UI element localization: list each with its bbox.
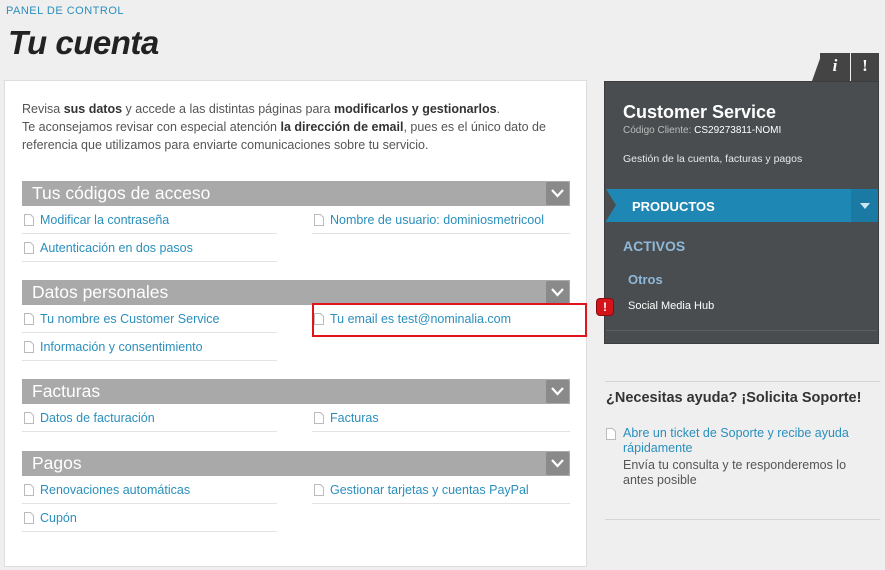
link-label[interactable]: Tu nombre es Customer Service [40, 312, 219, 326]
link-label[interactable]: Renovaciones automáticas [40, 483, 190, 497]
link-auto-renewals[interactable]: Renovaciones automáticas [22, 476, 277, 504]
customer-code: Código Cliente: CS29273811-NOMI [623, 125, 781, 136]
divider [605, 519, 880, 520]
section-header[interactable]: Facturas [22, 379, 570, 404]
collapse-toggle[interactable] [546, 281, 569, 304]
link-label[interactable]: Información y consentimiento [40, 340, 203, 354]
link-info-consent[interactable]: Información y consentimiento [22, 333, 277, 361]
link-label[interactable]: Cupón [40, 511, 77, 525]
customer-code-value: CS29273811-NOMI [694, 125, 782, 136]
divider [606, 330, 877, 331]
products-menu[interactable]: PRODUCTOS [606, 189, 878, 222]
section-title: Pagos [32, 453, 82, 473]
intro-text-bold: sus datos [63, 102, 123, 116]
intro-text-part: Te aconsejamos revisar con especial aten… [22, 120, 281, 134]
link-coupon[interactable]: Cupón [22, 504, 277, 532]
document-icon [24, 313, 34, 325]
customer-panel: Customer Service Código Cliente: CS29273… [604, 81, 879, 344]
breadcrumb[interactable]: PANEL DE CONTROL [6, 5, 124, 17]
link-change-password[interactable]: Modificar la contraseña [22, 206, 277, 234]
document-icon [606, 428, 616, 440]
link-label[interactable]: Autenticación en dos pasos [40, 241, 193, 255]
others-label[interactable]: Otros [628, 272, 663, 287]
intro-text-bold: modificarlos y gestionarlos [333, 102, 497, 116]
section-header[interactable]: Pagos [22, 451, 570, 476]
info-icon: i [832, 56, 838, 75]
collapse-toggle[interactable] [546, 182, 569, 205]
document-icon [24, 341, 34, 353]
active-label: ACTIVOS [623, 238, 686, 254]
customer-name: Customer Service [623, 102, 777, 122]
document-icon [24, 512, 34, 524]
info-tab-button[interactable]: i [820, 53, 850, 81]
help-text: Envía tu consulta y te responderemos lo … [623, 458, 847, 487]
section-title: Facturas [32, 381, 101, 401]
help-title: ¿Necesitas ayuda? ¡Solicita Soporte! [606, 390, 862, 406]
collapse-toggle[interactable] [546, 452, 569, 475]
section-header[interactable]: Tus códigos de acceso [22, 181, 570, 206]
document-icon [314, 484, 324, 496]
section-access-codes: Tus códigos de acceso Modificar la contr… [22, 181, 570, 266]
section-title: Tus códigos de acceso [32, 183, 211, 203]
link-label[interactable]: Gestionar tarjetas y cuentas PayPal [330, 483, 529, 497]
section-title: Datos personales [32, 282, 169, 302]
chevron-down-icon [551, 288, 564, 297]
intro-text-part: Revisa [22, 102, 64, 116]
exclamation-icon: ! [862, 56, 868, 75]
customer-description: Gestión de la cuenta, facturas y pagos [623, 153, 803, 165]
link-username[interactable]: Nombre de usuario: dominiosmetricool [312, 206, 570, 234]
email-highlight-box [312, 303, 587, 337]
section-payments: Pagos Renovaciones automáticas Gestionar… [22, 451, 570, 536]
document-icon [24, 242, 34, 254]
divider [605, 381, 880, 382]
info-tabs: i ! [812, 53, 879, 81]
document-icon [314, 412, 324, 424]
section-invoices: Facturas Datos de facturación Facturas [22, 379, 570, 434]
document-icon [24, 412, 34, 424]
caret-down-icon [860, 203, 870, 209]
link-two-step-auth[interactable]: Autenticación en dos pasos [22, 234, 277, 262]
intro-text-part: y accede a las distintas páginas para [122, 102, 334, 116]
product-item[interactable]: Social Media Hub [628, 300, 714, 312]
link-billing-data[interactable]: Datos de facturación [22, 404, 277, 432]
collapse-toggle[interactable] [546, 380, 569, 403]
support-ticket-link[interactable]: Abre un ticket de Soporte y recibe ayuda… [623, 426, 863, 456]
link-name[interactable]: Tu nombre es Customer Service [22, 305, 277, 333]
intro-text: Revisa sus datos y accede a las distinta… [22, 100, 562, 154]
link-label[interactable]: Modificar la contraseña [40, 213, 169, 227]
document-icon [24, 484, 34, 496]
link-label[interactable]: Nombre de usuario: dominiosmetricool [330, 213, 544, 227]
section-header[interactable]: Datos personales [22, 280, 570, 305]
alert-tab-button[interactable]: ! [851, 53, 879, 81]
products-label: PRODUCTOS [632, 199, 715, 214]
chevron-down-icon [551, 189, 564, 198]
link-label[interactable]: Datos de facturación [40, 411, 155, 425]
document-icon [24, 214, 34, 226]
customer-code-label: Código Cliente: [623, 125, 695, 136]
page-title: Tu cuenta [8, 24, 159, 61]
intro-text-part: . [496, 102, 501, 116]
products-toggle[interactable] [851, 189, 878, 222]
main-panel: Revisa sus datos y accede a las distinta… [4, 80, 587, 567]
chevron-down-icon [551, 459, 564, 468]
link-manage-cards[interactable]: Gestionar tarjetas y cuentas PayPal [312, 476, 570, 504]
link-label[interactable]: Facturas [330, 411, 379, 425]
intro-text-bold: la dirección de email [280, 120, 404, 134]
document-icon [314, 214, 324, 226]
chevron-down-icon [551, 387, 564, 396]
link-invoices[interactable]: Facturas [312, 404, 570, 432]
alert-badge-icon[interactable]: ! [597, 299, 613, 315]
